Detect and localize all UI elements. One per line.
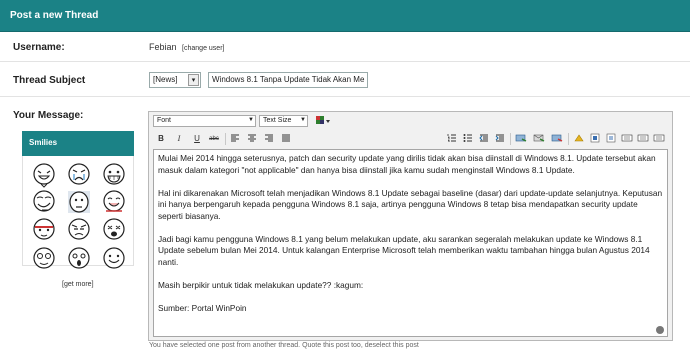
smiley-shock-icon[interactable] [66,245,92,271]
smiley-smile-icon[interactable] [101,245,127,271]
smiley-sick-icon[interactable] [101,217,127,243]
prefix-value: [News] [153,75,178,84]
insert-video-button[interactable] [588,133,602,145]
smiley-laugh-icon[interactable] [31,162,57,188]
align-justify-icon [282,134,290,142]
php-icon [653,134,665,142]
insert-html-button[interactable] [636,133,650,145]
form-title: Post a new Thread [10,10,99,21]
chevron-down-icon[interactable]: ▾ [188,74,199,86]
thread-subject-input[interactable]: Windows 8.1 Tanpa Update Tidak Akan Me [208,72,368,88]
change-user-link[interactable]: [change user] [182,45,224,52]
insert-email-link-button[interactable] [532,133,546,145]
message-editor: Font ▼ Text Size ▼ B I U abc Mulai Mei 201… [148,111,673,341]
align-center-icon [248,134,256,142]
align-right-button[interactable] [263,133,275,145]
text-size-select[interactable]: Text Size ▼ [259,115,308,127]
align-left-icon [231,134,239,142]
message-label: Your Message: [13,110,84,121]
insert-link-button[interactable] [514,133,528,145]
color-palette-icon [316,116,330,124]
bold-button[interactable]: B [155,133,167,145]
message-paragraph: Masih berpikir untuk tidak melakukan upd… [158,279,364,290]
toolbar-separator [510,133,511,145]
smiley-happy-icon[interactable] [101,189,127,215]
smiley-troll-icon[interactable] [31,189,57,215]
insert-code-button[interactable] [620,133,634,145]
username-label: Username: [13,42,65,53]
unordered-list-button[interactable] [462,133,474,145]
bullet-list-icon [463,134,472,142]
message-paragraph: Hal ini dikarenakan Microsoft telah menj… [158,187,663,221]
italic-button[interactable]: I [173,133,185,145]
smiley-grin-icon[interactable] [101,162,127,188]
resize-handle-icon[interactable] [656,326,664,334]
unlink-icon [551,134,563,142]
align-left-button[interactable] [229,133,241,145]
ordered-list-icon [447,134,456,142]
font-select-value: Font [157,117,172,124]
remove-link-button[interactable] [550,133,564,145]
username-display: Febian [change user] [149,42,224,52]
get-more-smilies-link[interactable]: [get more] [62,281,94,288]
text-color-button[interactable] [315,115,331,127]
outdent-icon [479,134,488,142]
outdent-button[interactable] [478,133,490,145]
smiley-cry-icon[interactable] [66,162,92,188]
smilies-panel [22,156,134,269]
font-select[interactable]: Font ▼ [153,115,256,127]
indent-icon [495,134,504,142]
form-title-bar: Post a new Thread [0,0,690,32]
indent-button[interactable] [494,133,506,145]
quote-icon [606,133,616,143]
underline-button[interactable]: U [191,133,203,145]
smiley-okay-icon[interactable] [66,189,92,215]
html-icon [637,134,649,142]
smiley-dizzy-icon[interactable] [31,245,57,271]
video-icon [590,133,600,143]
email-link-icon [533,134,545,142]
username-value: Febian [149,42,177,52]
smiley-annoyed-icon[interactable] [66,217,92,243]
text-size-select-value: Text Size [263,117,292,124]
align-center-button[interactable] [246,133,258,145]
smilies-header: Smilies [22,131,134,156]
ordered-list-button[interactable] [446,133,458,145]
strikethrough-button[interactable]: abc [207,133,221,145]
image-icon [574,134,584,142]
smiley-ninja-icon[interactable] [31,217,57,243]
insert-php-button[interactable] [652,133,666,145]
code-icon [621,134,633,142]
insert-quote-button[interactable] [604,133,618,145]
message-textarea[interactable]: Mulai Mei 2014 hingga seterusnya, patch … [153,149,668,337]
insert-image-button[interactable] [572,133,586,145]
link-icon [515,134,527,142]
align-right-icon [265,134,273,142]
username-row [0,33,690,62]
selected-post-notice: You have selected one post from another … [149,342,419,349]
subject-label: Thread Subject [13,75,86,86]
toolbar-separator [568,133,569,145]
toolbar-separator [225,133,226,145]
prefix-select[interactable]: [News] ▾ [149,72,201,88]
chevron-down-icon: ▼ [248,117,254,123]
message-paragraph: Sumber: Portal WinPoin [158,302,247,313]
chevron-down-icon: ▼ [300,117,306,123]
message-paragraph: Jadi bagi kamu pengguna Windows 8.1 yang… [158,233,650,267]
message-paragraph: Mulai Mei 2014 hingga seterusnya, patch … [158,153,656,175]
justify-button[interactable] [280,133,292,145]
